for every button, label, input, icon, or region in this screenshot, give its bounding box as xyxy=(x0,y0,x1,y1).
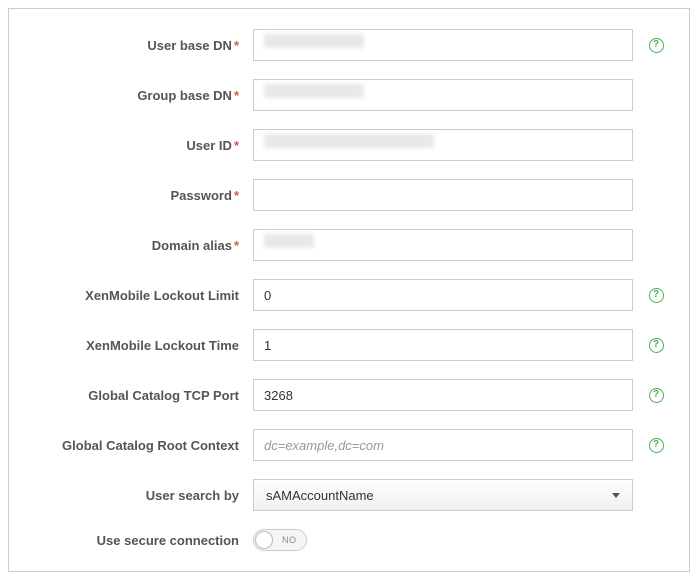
help-icon[interactable]: ? xyxy=(649,338,664,353)
toggle-label: NO xyxy=(282,535,297,545)
label-use-secure: Use secure connection xyxy=(21,533,253,548)
row-use-secure: Use secure connection NO xyxy=(21,529,677,551)
password-input[interactable] xyxy=(253,179,633,211)
select-value: sAMAccountName xyxy=(266,488,374,503)
row-group-base-dn: Group base DN* xyxy=(21,79,677,111)
chevron-down-icon xyxy=(612,493,620,498)
help-icon[interactable]: ? xyxy=(649,38,664,53)
label-password: Password* xyxy=(21,188,253,203)
row-domain-alias: Domain alias* xyxy=(21,229,677,261)
gc-tcp-port-input[interactable] xyxy=(253,379,633,411)
label-gc-tcp-port: Global Catalog TCP Port xyxy=(21,388,253,403)
ldap-settings-form: User base DN* ? Group base DN* User ID* xyxy=(8,8,690,572)
row-lockout-time: XenMobile Lockout Time ? xyxy=(21,329,677,361)
help-icon[interactable]: ? xyxy=(649,438,664,453)
user-search-by-select[interactable]: sAMAccountName xyxy=(253,479,633,511)
redacted-value xyxy=(264,134,434,148)
redacted-value xyxy=(264,84,364,98)
row-gc-tcp-port: Global Catalog TCP Port ? xyxy=(21,379,677,411)
use-secure-toggle[interactable]: NO xyxy=(253,529,307,551)
row-user-search-by: User search by sAMAccountName xyxy=(21,479,677,511)
group-base-dn-input[interactable] xyxy=(253,79,633,111)
gc-root-context-input[interactable] xyxy=(253,429,633,461)
user-base-dn-input[interactable] xyxy=(253,29,633,61)
row-password: Password* xyxy=(21,179,677,211)
row-gc-root-context: Global Catalog Root Context ? xyxy=(21,429,677,461)
domain-alias-input[interactable] xyxy=(253,229,633,261)
label-gc-root-context: Global Catalog Root Context xyxy=(21,438,253,453)
label-user-id: User ID* xyxy=(21,138,253,153)
row-lockout-limit: XenMobile Lockout Limit ? xyxy=(21,279,677,311)
label-lockout-time: XenMobile Lockout Time xyxy=(21,338,253,353)
label-domain-alias: Domain alias* xyxy=(21,238,253,253)
user-id-input[interactable] xyxy=(253,129,633,161)
redacted-value xyxy=(264,34,364,48)
help-icon[interactable]: ? xyxy=(649,288,664,303)
label-user-search-by: User search by xyxy=(21,488,253,503)
label-group-base-dn: Group base DN* xyxy=(21,88,253,103)
toggle-knob xyxy=(255,531,273,549)
row-user-base-dn: User base DN* ? xyxy=(21,29,677,61)
row-user-id: User ID* xyxy=(21,129,677,161)
redacted-value xyxy=(264,234,314,248)
label-lockout-limit: XenMobile Lockout Limit xyxy=(21,288,253,303)
lockout-time-input[interactable] xyxy=(253,329,633,361)
help-icon[interactable]: ? xyxy=(649,388,664,403)
lockout-limit-input[interactable] xyxy=(253,279,633,311)
label-user-base-dn: User base DN* xyxy=(21,38,253,53)
